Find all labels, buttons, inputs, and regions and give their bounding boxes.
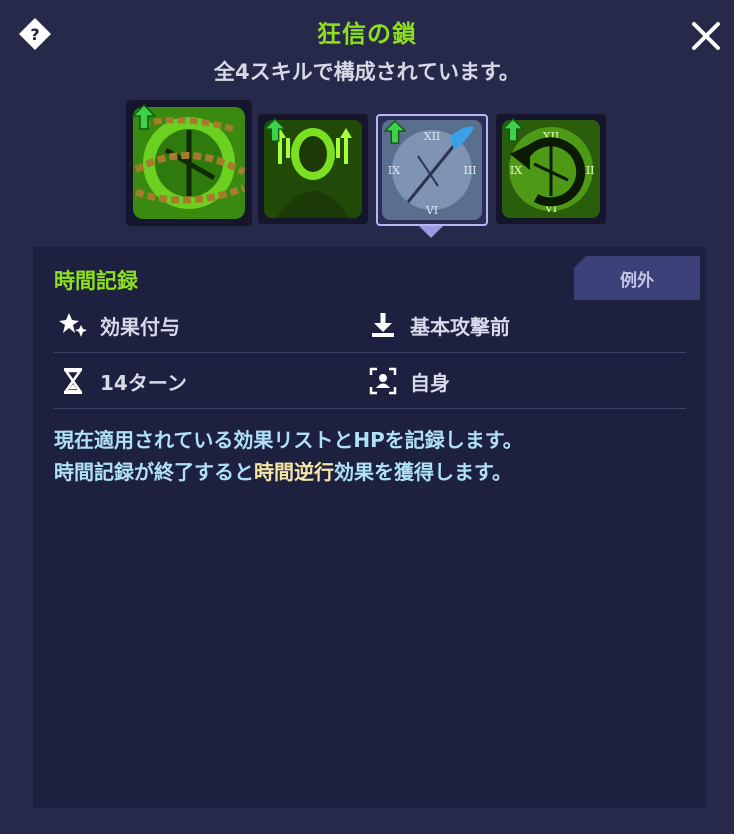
stat-target-label: 自身: [410, 370, 450, 395]
stat-duration-label: 14ターン: [100, 370, 187, 395]
skill-slot-2[interactable]: [258, 114, 368, 224]
description-line-2: 時間記録が終了すると時間逆行効果を獲得します。: [54, 456, 684, 488]
highlighted-effect-name: 時間逆行: [254, 460, 334, 484]
svg-text:IX: IX: [510, 164, 522, 177]
skill-description: 現在適用されている効果リストとHPを記録します。 時間記録が終了すると時間逆行効…: [54, 424, 684, 488]
divider: [54, 352, 686, 353]
stat-timing: 基本攻撃前: [368, 310, 510, 340]
svg-text:IX: IX: [388, 164, 400, 177]
svg-text:XII: XII: [424, 130, 441, 143]
description-text: 効果を獲得します。: [334, 460, 512, 484]
target-self-icon: [368, 366, 398, 396]
skill-name: 時間記録: [54, 269, 138, 293]
upgrade-arrow-icon: [384, 120, 406, 144]
selection-pointer: [419, 226, 443, 238]
skill-slot-1[interactable]: [126, 100, 252, 226]
divider: [54, 408, 686, 409]
stat-effect: 効果付与: [58, 310, 180, 340]
upgrade-arrow-icon: [264, 118, 286, 142]
stat-timing-label: 基本攻撃前: [410, 314, 510, 339]
skill-slot-3[interactable]: XII IX III VI: [376, 114, 488, 226]
stat-effect-label: 効果付与: [100, 314, 180, 339]
svg-text:III: III: [463, 164, 476, 177]
skill-info-panel: ? 狂信の鎖 全4スキルで構成されています。 XII IX III VI XII…: [0, 0, 734, 834]
upgrade-arrow-icon: [502, 118, 524, 142]
svg-text:VI: VI: [425, 204, 438, 217]
download-timing-icon: [368, 310, 398, 340]
sparkle-effect-icon: [58, 310, 88, 340]
upgrade-arrow-icon: [132, 104, 156, 130]
stat-target: 自身: [368, 366, 450, 396]
set-title: 狂信の鎖: [317, 20, 417, 48]
skill-slot-4[interactable]: XII IX III VI: [496, 114, 606, 224]
skill-icons-row: XII IX III VI XII IX III VI: [126, 100, 608, 228]
hourglass-icon: [58, 366, 88, 396]
skill-type-tag: 例外: [574, 256, 700, 300]
description-text: 時間記録が終了すると: [54, 460, 254, 484]
set-subtitle: 全4スキルで構成されています。: [214, 60, 520, 84]
description-line-1: 現在適用されている効果リストとHPを記録します。: [54, 428, 523, 452]
stat-duration: 14ターン: [58, 366, 187, 396]
